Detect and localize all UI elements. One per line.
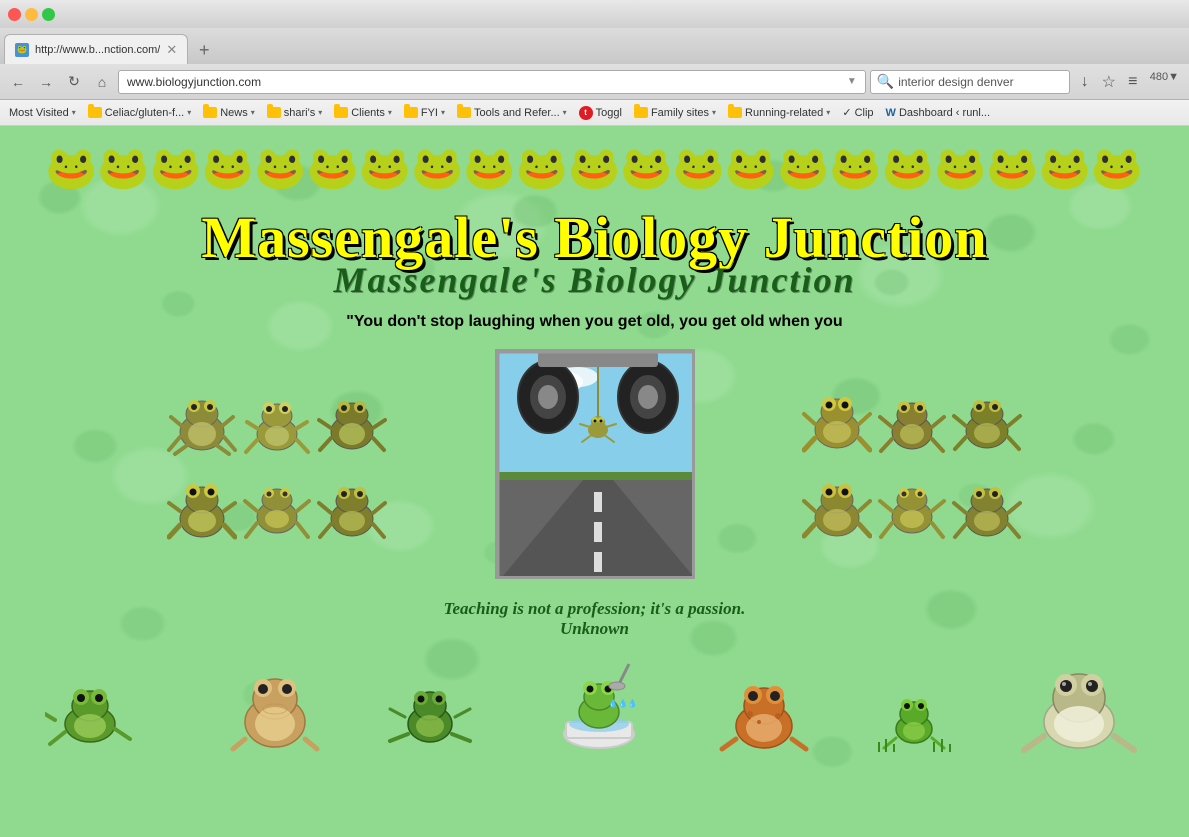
title-section: Massengale's Biology Junction Massengale… [0,199,1189,301]
window-controls [8,8,55,21]
bottom-frog-4: 💧💧💧 [544,654,654,754]
search-bar[interactable]: 🔍 interior design denver [870,70,1070,94]
bottom-frog-5 [714,664,814,754]
bottom-frog-6 [874,674,954,754]
bookmark-dashboard[interactable]: W Dashboard ‹ runl... [881,105,996,121]
bookmark-most-visited[interactable]: Most Visited ▾ [4,105,81,121]
bookmark-family-sites[interactable]: Family sites ▾ [629,105,721,121]
bookmark-fyi[interactable]: FYI ▾ [399,105,450,121]
search-input-text: interior design denver [898,75,1063,89]
bottom-frog-2 [225,654,325,754]
refresh-button[interactable]: ↻ [62,70,86,94]
left-frog-1 [167,382,237,462]
frog-banner-top: 🐸🐸🐸🐸🐸🐸🐸🐸🐸🐸🐸🐸🐸🐸🐸🐸🐸🐸🐸🐸🐸🐸🐸🐸🐸 [0,126,1189,199]
dancing-frogs-svg: 🐸🐸🐸🐸🐸🐸🐸🐸🐸🐸🐸🐸🐸🐸🐸🐸🐸🐸🐸🐸🐸🐸🐸🐸🐸 [45,130,1145,195]
wp-icon: W [886,107,896,119]
folder-icon [404,107,418,118]
folder-icon [728,107,742,118]
website-content: 🐸🐸🐸🐸🐸🐸🐸🐸🐸🐸🐸🐸🐸🐸🐸🐸🐸🐸🐸🐸🐸🐸🐸🐸🐸 Massengale's B… [0,126,1189,837]
toggl-icon: t [579,106,593,120]
title-bar [0,0,1189,28]
right-frog-1 [802,382,872,462]
bookmark-tools[interactable]: Tools and Refer... ▾ [452,105,572,121]
bottom-frog-3 [385,669,485,754]
folder-icon [634,107,648,118]
url-text: www.biologyjunction.com [127,75,261,89]
close-window-button[interactable] [8,8,21,21]
left-frog-4 [167,467,237,547]
bookmark-clients[interactable]: Clients ▾ [329,105,397,121]
sub-title: Massengale's Biology Junction [0,259,1189,301]
bookmark-sharis[interactable]: shari's ▾ [262,105,327,121]
bookmark-star-button[interactable]: ☆ [1098,71,1120,93]
tab-favicon-icon: 🐸 [15,43,29,57]
svg-text:💧💧💧: 💧💧💧 [608,698,638,708]
bottom-frog-7 [1014,654,1144,754]
right-frog-2 [877,382,947,462]
tab-close-button[interactable]: ✕ [166,42,177,58]
bookmarks-bar: Most Visited ▾ Celiac/gluten-f... ▾ News… [0,100,1189,126]
passion-section: Teaching is not a profession; it's a pas… [0,589,1189,644]
road-scene-svg [498,352,695,579]
maximize-window-button[interactable] [42,8,55,21]
folder-icon [203,107,217,118]
bookmark-celiac[interactable]: Celiac/gluten-f... ▾ [83,105,197,121]
zoom-level: 480▼ [1146,71,1183,93]
passion-text-line1: Teaching is not a profession; it's a pas… [0,599,1189,619]
active-tab[interactable]: 🐸 http://www.b...nction.com/ ✕ [4,34,188,64]
tab-label: http://www.b...nction.com/ [35,44,160,56]
left-frogs-grid [167,382,387,547]
right-frog-6 [952,467,1022,547]
center-cartoon-image [495,349,695,579]
svg-text:🐸🐸🐸🐸🐸🐸🐸🐸🐸🐸🐸🐸🐸🐸🐸: 🐸🐸🐸🐸🐸🐸🐸🐸🐸🐸🐸🐸🐸🐸🐸🐸🐸🐸🐸🐸🐸🐸🐸🐸🐸 [45,144,1145,191]
right-frogs [695,382,1130,547]
bottom-frog-1 [45,664,165,754]
middle-section [0,339,1189,589]
bookmark-news[interactable]: News ▾ [198,105,260,121]
forward-button[interactable]: → [34,70,58,94]
browser-window: 🐸 http://www.b...nction.com/ ✕ + ← → ↻ ⌂… [0,0,1189,837]
url-dropdown-icon: ▼ [847,76,857,87]
right-frog-3 [952,382,1022,462]
bottom-frogs-row: 💧💧💧 [0,644,1189,754]
passion-text-line2: Unknown [0,619,1189,639]
left-frog-2 [242,382,312,462]
folder-icon [88,107,102,118]
download-button[interactable]: ↓ [1074,71,1096,93]
toolbar-icons: ↓ ☆ ≡ 480▼ [1074,71,1183,93]
bookmark-clip[interactable]: ✓ Clip [837,104,878,121]
address-bar: ← → ↻ ⌂ www.biologyjunction.com ▼ 🔍 inte… [0,64,1189,100]
search-engine-icon: 🔍 [877,73,894,90]
folder-icon [334,107,348,118]
tab-bar: 🐸 http://www.b...nction.com/ ✕ + [0,28,1189,64]
website-inner: 🐸🐸🐸🐸🐸🐸🐸🐸🐸🐸🐸🐸🐸🐸🐸🐸🐸🐸🐸🐸🐸🐸🐸🐸🐸 Massengale's B… [0,126,1189,837]
back-button[interactable]: ← [6,70,30,94]
quote-text: "You don't stop laughing when you get ol… [0,301,1189,339]
right-frogs-grid [802,382,1022,547]
left-frog-3 [317,382,387,462]
left-frog-6 [317,467,387,547]
left-frog-5 [242,467,312,547]
settings-menu-button[interactable]: ≡ [1122,71,1144,93]
new-tab-button[interactable]: + [190,36,218,64]
right-frog-4 [802,467,872,547]
home-button[interactable]: ⌂ [90,70,114,94]
url-bar[interactable]: www.biologyjunction.com ▼ [118,70,866,94]
minimize-window-button[interactable] [25,8,38,21]
folder-icon [267,107,281,118]
content-layer: 🐸🐸🐸🐸🐸🐸🐸🐸🐸🐸🐸🐸🐸🐸🐸🐸🐸🐸🐸🐸🐸🐸🐸🐸🐸 Massengale's B… [0,126,1189,754]
right-frog-5 [877,467,947,547]
bookmark-toggl[interactable]: t Toggl [574,104,627,122]
folder-icon [457,107,471,118]
bookmark-running[interactable]: Running-related ▾ [723,105,835,121]
left-frogs [60,382,495,547]
